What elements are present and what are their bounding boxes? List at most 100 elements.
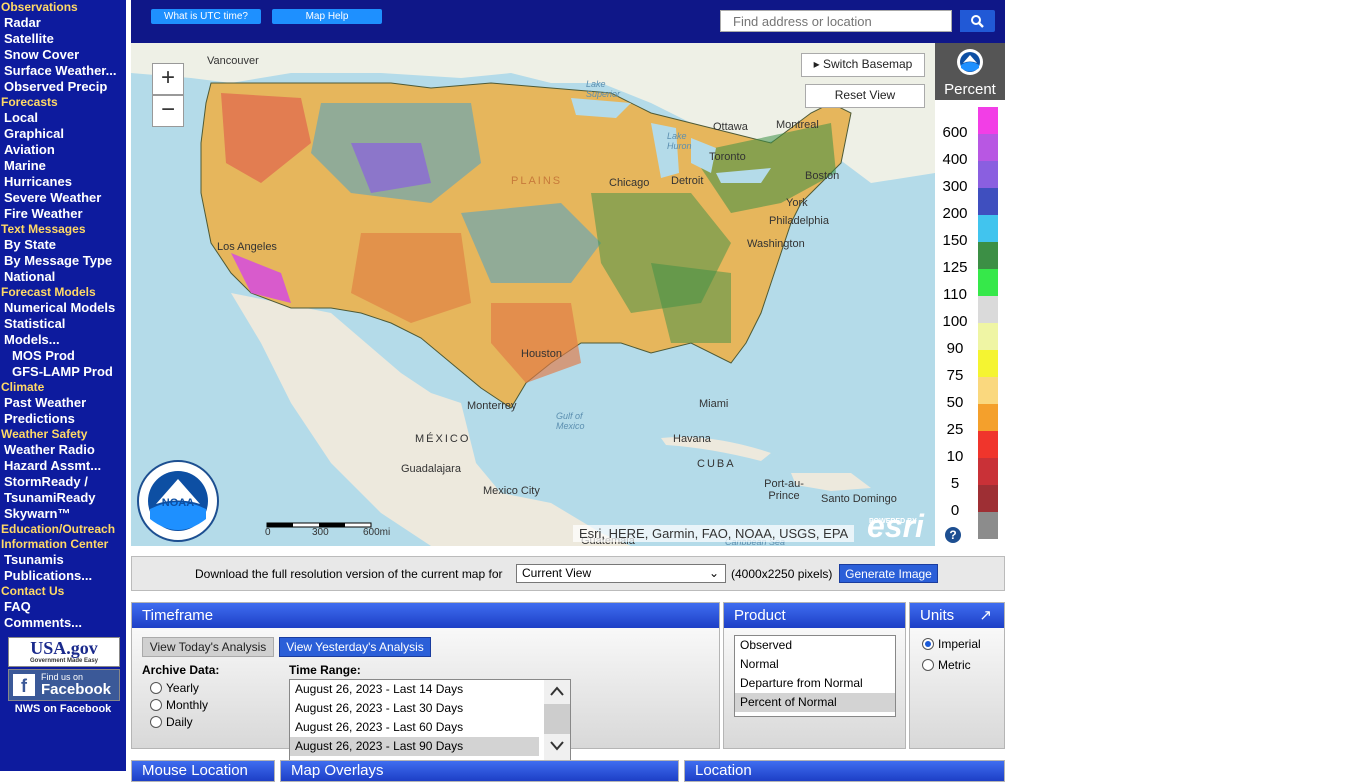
zoom-in-button[interactable]: + bbox=[152, 63, 184, 95]
usa-gov-link[interactable]: USA.gov Government Made Easy bbox=[8, 637, 120, 667]
map-label: York bbox=[786, 197, 808, 209]
sidebar-item[interactable]: Publications... bbox=[0, 568, 126, 584]
view-yesterday-button[interactable]: View Yesterday's Analysis bbox=[279, 637, 431, 657]
product-option[interactable]: Observed bbox=[735, 636, 895, 655]
units-radio[interactable]: Imperial bbox=[922, 637, 981, 651]
view-today-button[interactable]: View Today's Analysis bbox=[142, 637, 274, 657]
sidebar-item[interactable]: Statistical Models... bbox=[0, 316, 74, 348]
zoom-out-button[interactable]: − bbox=[152, 95, 184, 127]
chevron-up-icon[interactable] bbox=[549, 684, 565, 698]
sidebar-heading[interactable]: Information Center bbox=[0, 537, 126, 552]
sidebar-item[interactable]: Observed Precip bbox=[0, 79, 126, 95]
sidebar-item[interactable]: Snow Cover bbox=[0, 47, 126, 63]
sidebar-item[interactable]: Predictions bbox=[0, 411, 126, 427]
sidebar-item[interactable]: Past Weather bbox=[0, 395, 126, 411]
map-label: CUBA bbox=[697, 458, 736, 470]
sidebar-heading[interactable]: Text Messages bbox=[0, 222, 126, 237]
sidebar-item[interactable]: Weather Radio bbox=[0, 442, 126, 458]
precip-map[interactable]: Vancouver Lake Superior Ottawa Montreal Lake… bbox=[131, 43, 935, 546]
sidebar-item[interactable]: GFS-LAMP Prod bbox=[0, 364, 126, 380]
expand-icon[interactable]: ↗ bbox=[979, 603, 992, 628]
nws-facebook-link[interactable]: NWS on Facebook bbox=[0, 703, 126, 715]
time-range-scrollbar[interactable] bbox=[544, 680, 570, 764]
search-input[interactable] bbox=[720, 10, 952, 32]
sidebar-heading[interactable]: Observations bbox=[0, 0, 126, 15]
sidebar-item[interactable]: Local bbox=[0, 110, 126, 126]
help-icon[interactable]: ? bbox=[945, 527, 961, 543]
sidebar-heading[interactable]: Forecasts bbox=[0, 95, 126, 110]
legend-tick: 100 bbox=[942, 313, 968, 330]
switch-basemap-button[interactable]: ▸ Switch Basemap bbox=[801, 53, 925, 77]
radio-icon[interactable] bbox=[150, 682, 162, 694]
radio-icon[interactable] bbox=[922, 638, 934, 650]
legend-swatch bbox=[978, 485, 998, 512]
archive-radio[interactable]: Yearly bbox=[150, 681, 199, 695]
product-option[interactable]: Percent of Normal bbox=[735, 693, 895, 712]
sidebar-item[interactable]: Aviation bbox=[0, 142, 126, 158]
sidebar-item[interactable]: By Message Type bbox=[0, 253, 126, 269]
sidebar-item[interactable]: Radar bbox=[0, 15, 126, 31]
facebook-icon: f bbox=[13, 674, 35, 696]
sidebar-item[interactable]: Fire Weather bbox=[0, 206, 126, 222]
chevron-down-icon[interactable] bbox=[549, 738, 565, 752]
sidebar-item[interactable]: Satellite bbox=[0, 31, 126, 47]
sidebar-heading[interactable]: Weather Safety bbox=[0, 427, 126, 442]
chevron-down-icon: ⌄ bbox=[708, 566, 719, 580]
product-option[interactable]: Normal bbox=[735, 655, 895, 674]
sidebar-item[interactable]: Severe Weather bbox=[0, 190, 126, 206]
archive-radio[interactable]: Monthly bbox=[150, 698, 208, 712]
generate-image-button[interactable]: Generate Image bbox=[839, 564, 938, 583]
sidebar-item[interactable]: Graphical bbox=[0, 126, 126, 142]
time-range-option[interactable]: August 26, 2023 - Last 30 Days bbox=[290, 699, 539, 718]
radio-icon[interactable] bbox=[150, 716, 162, 728]
map-label: Vancouver bbox=[207, 55, 259, 67]
utc-help-button[interactable]: What is UTC time? bbox=[151, 9, 261, 24]
map-label: Monterrey bbox=[467, 400, 517, 412]
sidebar-item[interactable]: National bbox=[0, 269, 126, 285]
sidebar-item[interactable]: MOS Prod bbox=[0, 348, 126, 364]
download-text: Download the full resolution version of … bbox=[195, 567, 503, 581]
sidebar-item[interactable]: StormReady / TsunamiReady bbox=[0, 474, 104, 506]
search-button[interactable] bbox=[960, 10, 995, 32]
archive-radio-label: Daily bbox=[166, 715, 193, 729]
legend-tick: 50 bbox=[946, 394, 964, 411]
time-range-option[interactable]: August 26, 2023 - Last 60 Days bbox=[290, 718, 539, 737]
sidebar-item[interactable]: FAQ bbox=[0, 599, 126, 615]
units-title: Units ↗ bbox=[910, 603, 1004, 628]
search-icon bbox=[971, 15, 984, 28]
facebook-text: Find us on Facebook bbox=[41, 673, 111, 698]
product-option[interactable]: Departure from Normal bbox=[735, 674, 895, 693]
sidebar-heading[interactable]: Forecast Models bbox=[0, 285, 126, 300]
time-range-option[interactable]: August 26, 2023 - Last 14 Days bbox=[290, 680, 539, 699]
facebook-link[interactable]: f Find us on Facebook bbox=[8, 669, 120, 701]
sidebar-item[interactable]: By State bbox=[0, 237, 126, 253]
legend-tick: 110 bbox=[943, 286, 967, 303]
map-help-button[interactable]: Map Help bbox=[272, 9, 382, 24]
sidebar-item[interactable]: Hurricanes bbox=[0, 174, 126, 190]
legend-tick: 25 bbox=[946, 421, 964, 438]
sidebar-item[interactable]: Hazard Assmt... bbox=[0, 458, 126, 474]
legend-tick: 90 bbox=[946, 340, 964, 357]
radio-icon[interactable] bbox=[150, 699, 162, 711]
radio-icon[interactable] bbox=[922, 659, 934, 671]
sidebar-item[interactable]: Numerical Models bbox=[0, 300, 126, 316]
units-panel: Units ↗ Imperial Metric bbox=[909, 602, 1005, 749]
product-list[interactable]: Observed Normal Departure from Normal Perce… bbox=[734, 635, 896, 717]
legend-tick: 400 bbox=[942, 151, 968, 168]
units-radio[interactable]: Metric bbox=[922, 658, 971, 672]
reset-view-button[interactable]: Reset View bbox=[805, 84, 925, 108]
sidebar-item[interactable]: Marine bbox=[0, 158, 126, 174]
archive-radio[interactable]: Daily bbox=[150, 715, 193, 729]
product-title: Product bbox=[724, 603, 905, 628]
sidebar-heading[interactable]: Education/Outreach bbox=[0, 522, 126, 537]
sidebar-item[interactable]: Skywarn™ bbox=[0, 506, 126, 522]
download-extent-select[interactable]: Current View ⌄ bbox=[516, 564, 726, 583]
time-range-list[interactable]: August 26, 2023 - Last 14 Days August 26,… bbox=[289, 679, 571, 765]
sidebar-item[interactable]: Surface Weather... bbox=[0, 63, 126, 79]
time-range-option[interactable]: August 26, 2023 - Last 90 Days bbox=[290, 737, 539, 756]
sidebar-item[interactable]: Comments... bbox=[0, 615, 126, 631]
sidebar-heading[interactable]: Contact Us bbox=[0, 584, 126, 599]
sidebar-item[interactable]: Tsunamis bbox=[0, 552, 126, 568]
legend-swatch bbox=[978, 215, 998, 242]
sidebar-heading[interactable]: Climate bbox=[0, 380, 126, 395]
